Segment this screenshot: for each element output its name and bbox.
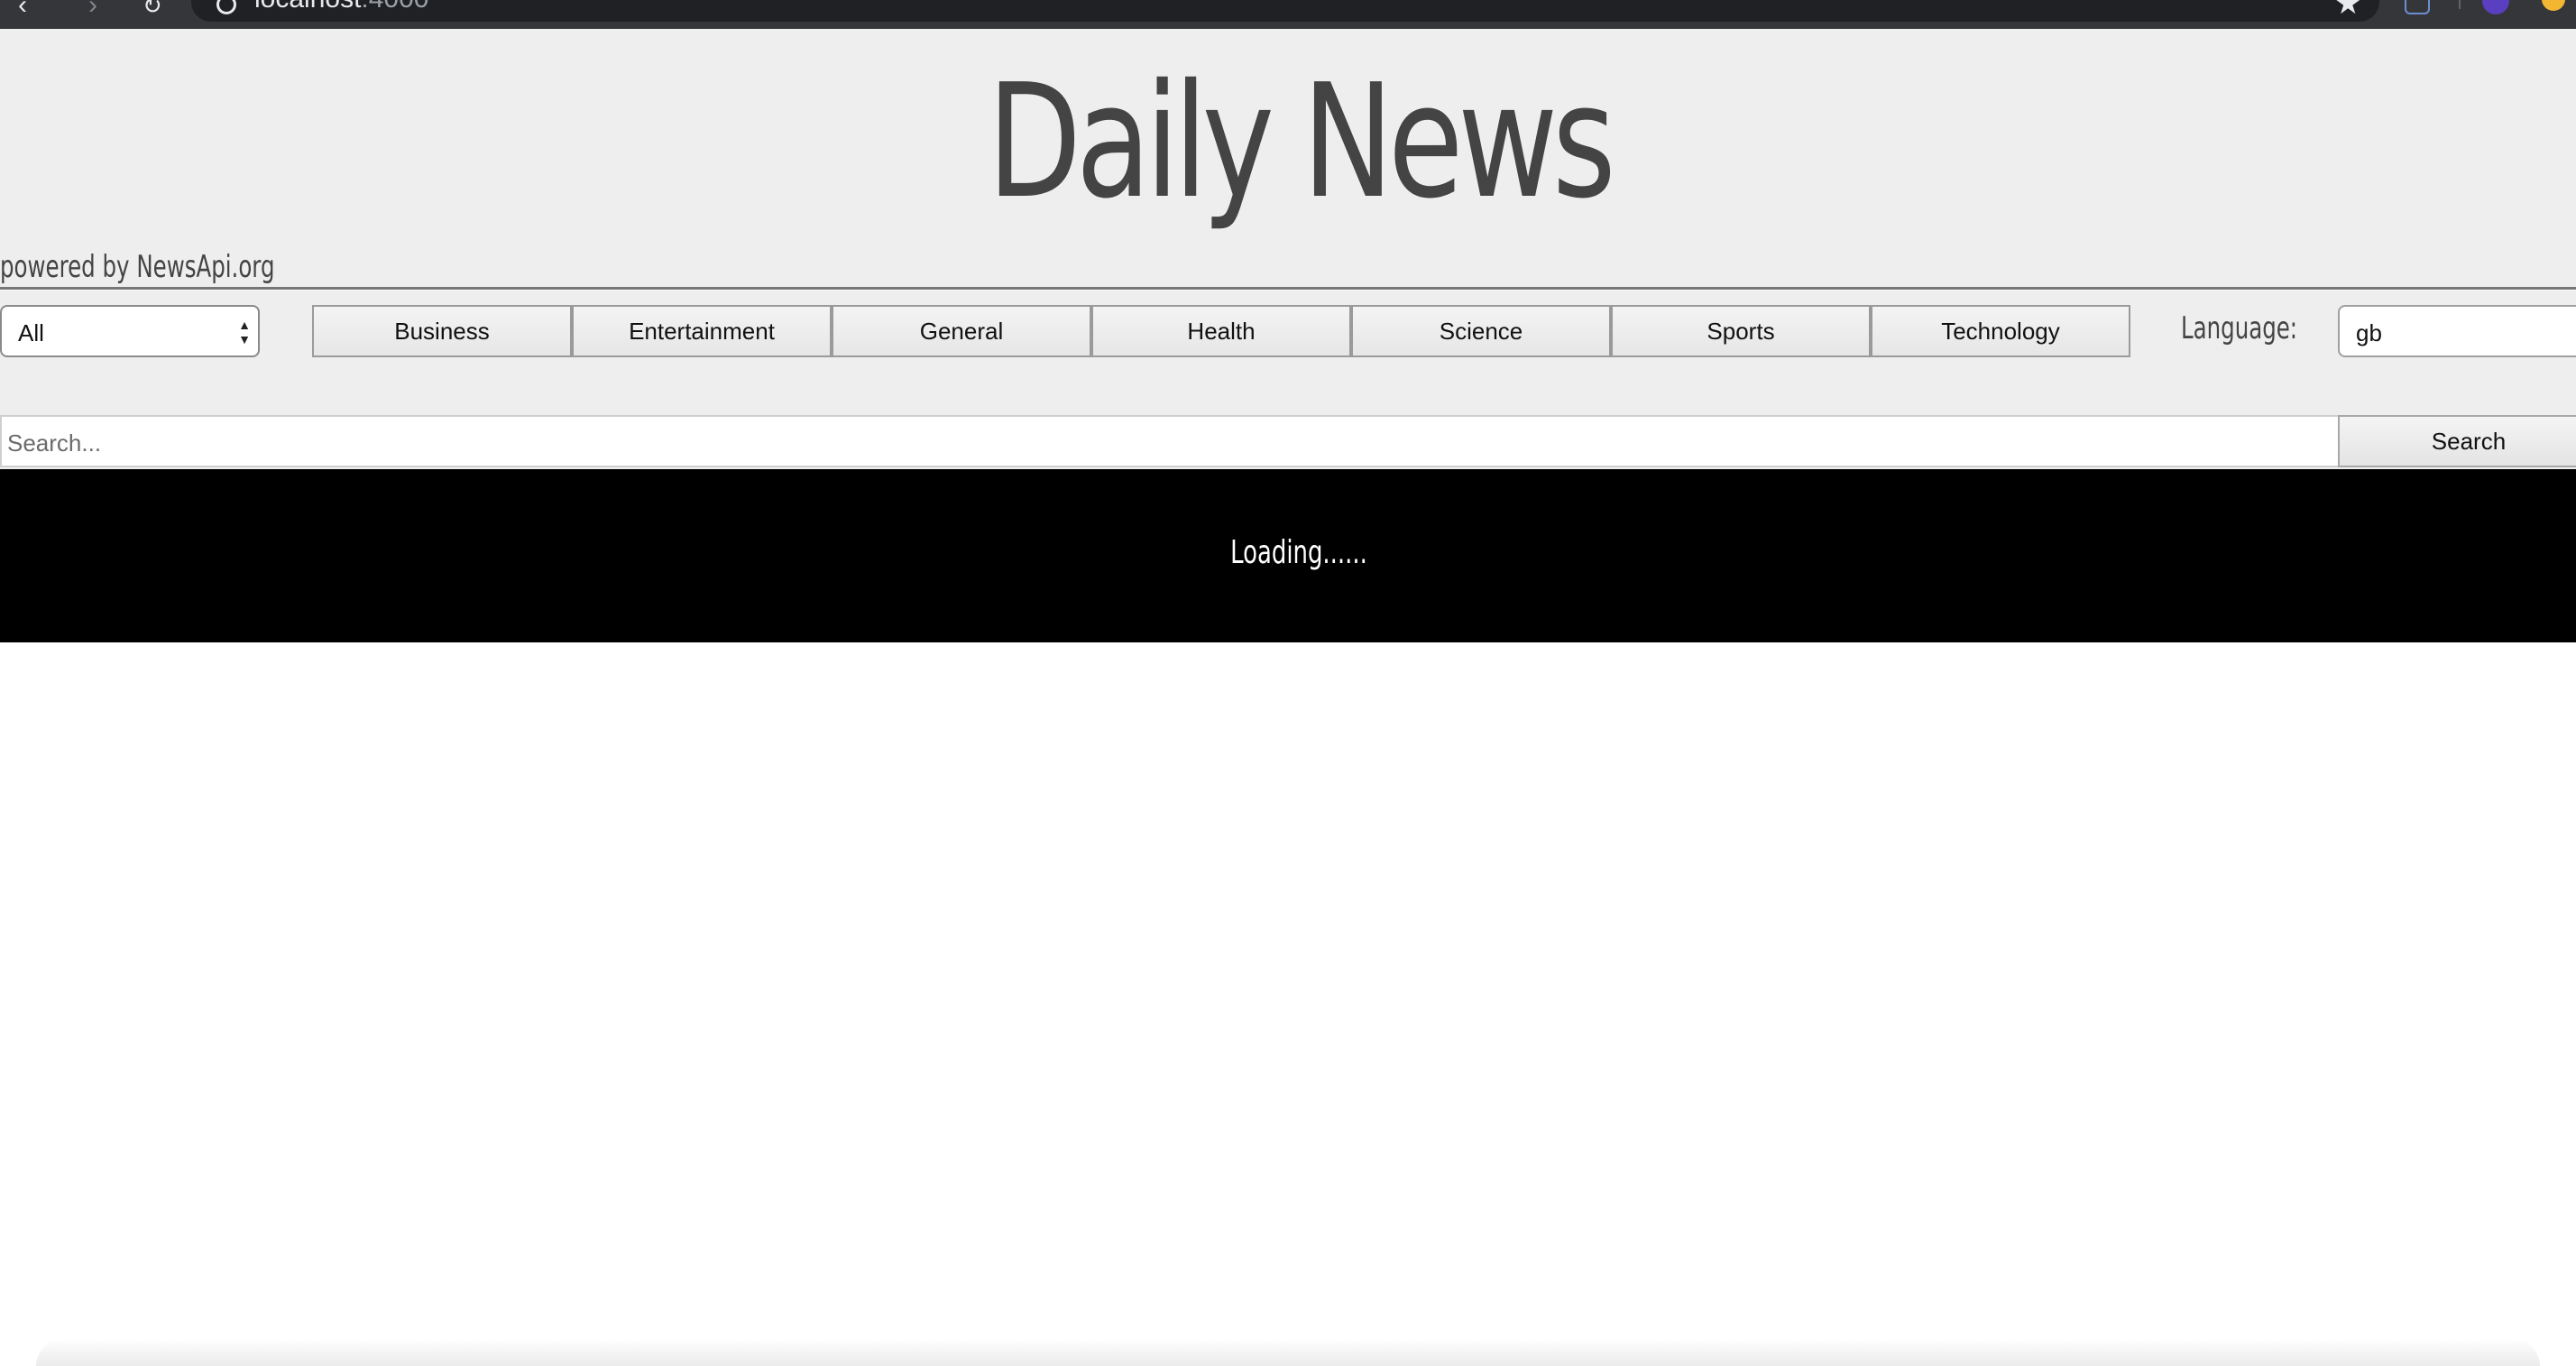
loading-banner: Loading...... [0,469,2576,642]
search-button[interactable]: Search [2338,415,2576,467]
category-button-general[interactable]: General [832,305,1091,357]
window-bottom-shadow [36,1339,2540,1366]
select-arrows-icon: ▲ ▼ [238,318,251,346]
site-info-icon[interactable] [216,0,236,14]
language-label: Language: [2181,310,2298,346]
category-button-entertainment[interactable]: Entertainment [572,305,832,357]
browser-toolbar: ‹ › ↻ localhost:4000 ★ [0,0,2576,30]
category-buttons: Business Entertainment General Health Sc… [312,305,2130,357]
toolbar-divider [2459,0,2461,9]
category-button-technology[interactable]: Technology [1871,305,2130,357]
category-button-business[interactable]: Business [312,305,572,357]
address-url: localhost:4000 [254,0,428,13]
extension-icon[interactable] [2405,0,2430,14]
language-input[interactable]: gb [2338,305,2576,357]
loading-text: Loading...... [1230,534,1367,571]
page-header: Daily News powered by NewsApi.org [0,29,2576,290]
forward-arrow-icon[interactable]: › [88,0,97,14]
header-divider [0,287,2576,290]
source-select[interactable]: All ▲ ▼ [0,305,260,357]
back-arrow-icon[interactable]: ‹ [18,0,27,14]
bookmark-star-icon[interactable]: ★ [2334,0,2361,22]
extension-icon[interactable] [2542,0,2565,11]
source-select-value: All [18,319,44,346]
search-input[interactable]: Search... [0,415,2340,467]
filter-controls: All ▲ ▼ Business Entertainment General He… [0,291,2576,469]
category-button-science[interactable]: Science [1351,305,1611,357]
reload-icon[interactable]: ↻ [143,0,162,14]
powered-by-text: powered by NewsApi.org [0,249,275,285]
category-button-sports[interactable]: Sports [1611,305,1871,357]
profile-avatar-icon[interactable] [2482,0,2509,14]
category-button-health[interactable]: Health [1091,305,1351,357]
site-title: Daily News [987,51,1616,234]
address-bar[interactable]: localhost:4000 [191,0,2379,22]
